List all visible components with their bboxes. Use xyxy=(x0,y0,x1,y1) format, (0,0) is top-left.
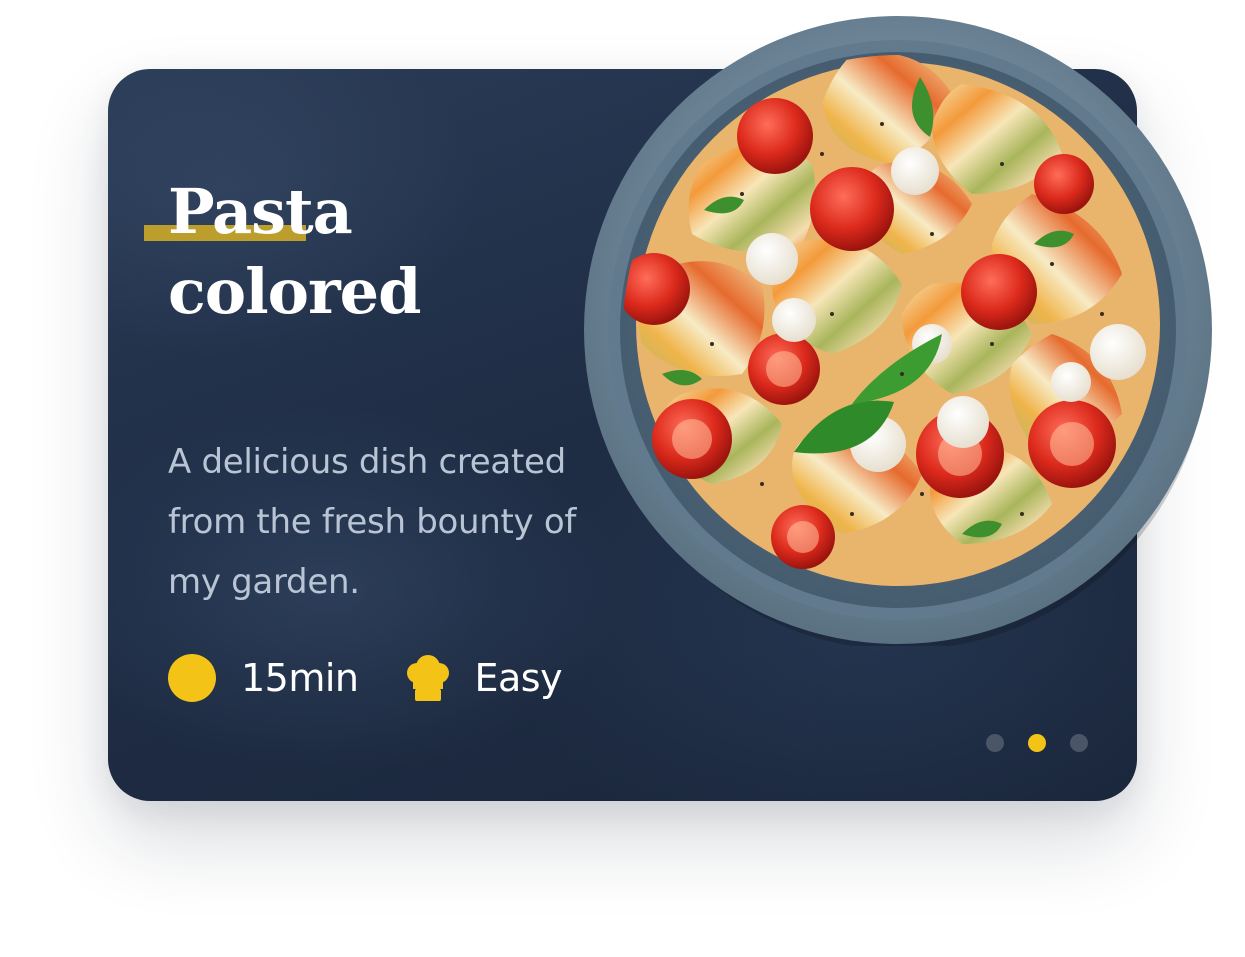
recipe-difficulty: Easy xyxy=(474,656,563,700)
recipe-time: 15min xyxy=(241,656,359,700)
recipe-title-line-2: colored xyxy=(168,255,421,328)
recipe-title-line-1: Pasta xyxy=(168,175,353,248)
pagination-dot-3[interactable] xyxy=(1070,734,1088,752)
chef-hat-icon xyxy=(406,655,449,701)
recipe-meta: 15min Easy xyxy=(168,650,563,706)
pagination-dot-1[interactable] xyxy=(986,734,1004,752)
pagination-dot-2[interactable] xyxy=(1028,734,1046,752)
recipe-title: Pasta colored xyxy=(168,172,488,332)
recipe-description: A delicious dish created from the fresh … xyxy=(168,442,577,602)
clock-circle-icon xyxy=(168,654,216,702)
pasta-bowl-image xyxy=(584,16,1212,646)
pagination-dots xyxy=(986,734,1088,752)
